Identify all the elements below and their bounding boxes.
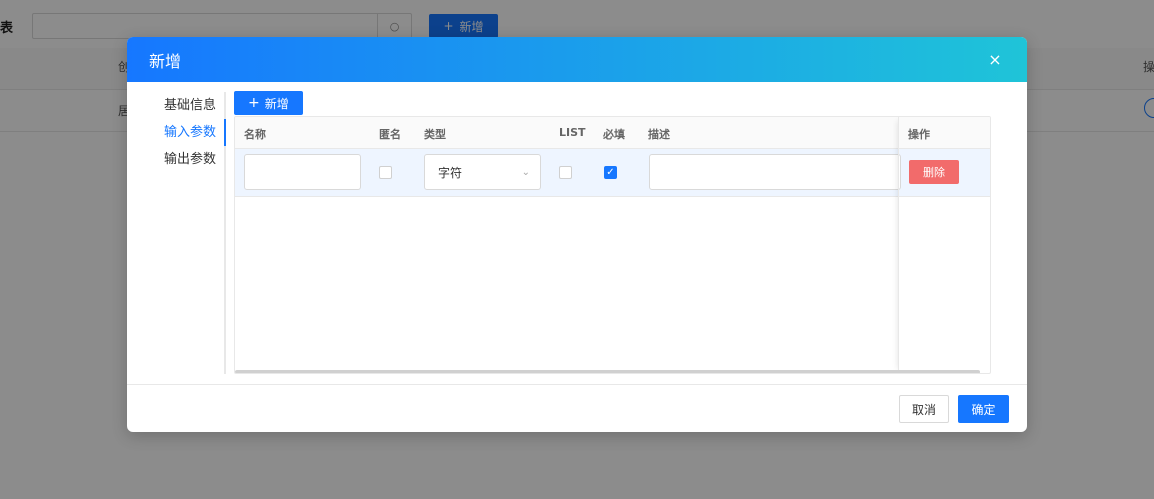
- list-checkbox[interactable]: [559, 166, 572, 179]
- modal-header: 新增 ×: [127, 37, 1027, 82]
- add-modal: 新增 × 基础信息 输入参数 输出参数 + 新增 名称 匿名 类型 LIST 必…: [127, 37, 1027, 432]
- nav-item-basic-info[interactable]: 基础信息: [127, 92, 224, 119]
- column-header-required: 必填: [603, 128, 625, 141]
- column-header-actions: 操作: [908, 128, 930, 141]
- column-header-name: 名称: [244, 128, 266, 141]
- modal-footer: 取消 确定: [127, 384, 1027, 432]
- type-select[interactable]: 字符 ⌄: [424, 154, 541, 190]
- type-select-value: 字符: [438, 165, 463, 180]
- cancel-button[interactable]: 取消: [899, 395, 949, 423]
- side-nav: 基础信息 输入参数 输出参数: [127, 92, 226, 374]
- fixed-actions-column: 操作 删除: [898, 117, 990, 373]
- column-header-anonymous: 匿名: [379, 128, 401, 141]
- chevron-down-icon: ⌄: [521, 166, 530, 178]
- delete-button[interactable]: 删除: [909, 160, 959, 184]
- column-header-description: 描述: [648, 128, 670, 141]
- required-checkbox[interactable]: ✓: [604, 166, 617, 179]
- confirm-button[interactable]: 确定: [958, 395, 1009, 423]
- add-param-label: 新增: [264, 96, 289, 111]
- add-param-button[interactable]: + 新增: [234, 91, 303, 115]
- add-param-wrapper: + 新增: [234, 91, 303, 115]
- nav-item-output-params[interactable]: 输出参数: [127, 146, 224, 173]
- param-description-input[interactable]: [649, 154, 901, 190]
- check-icon: ✓: [606, 166, 615, 178]
- column-header-type: 类型: [424, 128, 446, 141]
- nav-item-input-params[interactable]: 输入参数: [127, 119, 226, 146]
- param-name-input[interactable]: [244, 154, 361, 190]
- anonymous-checkbox[interactable]: [379, 166, 392, 179]
- close-icon[interactable]: ×: [985, 50, 1005, 70]
- column-header-list: LIST: [559, 126, 586, 139]
- horizontal-scrollbar[interactable]: [235, 370, 980, 373]
- table-header: 名称 匿名 类型 LIST 必填 描述: [235, 117, 990, 149]
- modal-title: 新增: [149, 51, 182, 71]
- plus-icon: +: [248, 95, 260, 111]
- params-table: 名称 匿名 类型 LIST 必填 描述 字符 ⌄ ✓ 操作 删除: [234, 116, 991, 374]
